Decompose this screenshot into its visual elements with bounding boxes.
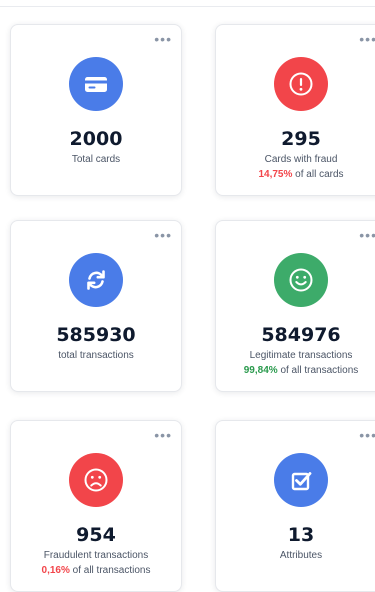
- stat-label: Attributes: [279, 550, 323, 561]
- more-options-button[interactable]: •••: [154, 228, 172, 242]
- stat-card-legitimate-transactions: ••• 584976 Legitimate transactions 99,84…: [215, 220, 375, 392]
- more-options-button[interactable]: •••: [154, 428, 172, 442]
- stat-value: 584976: [261, 324, 341, 346]
- stat-label: total transactions: [58, 350, 134, 361]
- top-divider: [0, 6, 375, 7]
- stat-percentage-suffix: of all transactions: [72, 565, 151, 576]
- more-options-button[interactable]: •••: [359, 228, 375, 242]
- stat-label: Legitimate transactions: [249, 350, 353, 361]
- stat-label: Cards with fraud: [264, 154, 338, 165]
- stat-percentage-line: 14,75% of all cards: [216, 168, 375, 181]
- stat-card-fraudulent-transactions: ••• 954 Fraudulent transactions 0,16% of…: [10, 420, 182, 592]
- stat-card-total-transactions: ••• 585930 total transactions: [10, 220, 182, 392]
- checkbox-icon: [274, 453, 328, 507]
- stat-percentage-line: 0,16% of all transactions: [11, 564, 181, 577]
- stat-percentage: 14,75%: [258, 169, 293, 180]
- credit-card-icon: [69, 57, 123, 111]
- stat-label: Total cards: [71, 154, 121, 165]
- stat-value: 585930: [56, 324, 136, 346]
- stat-label: Fraudulent transactions: [43, 550, 149, 561]
- alert-icon: [274, 57, 328, 111]
- refresh-icon: [69, 253, 123, 307]
- stat-percentage-suffix: of all cards: [295, 169, 344, 180]
- stat-card-total-cards: ••• 2000 Total cards: [10, 24, 182, 196]
- stat-percentage-suffix: of all transactions: [280, 365, 359, 376]
- stat-value: 13: [287, 524, 315, 546]
- stat-value: 954: [76, 524, 116, 546]
- more-options-button[interactable]: •••: [154, 32, 172, 46]
- smile-icon: [274, 253, 328, 307]
- more-options-button[interactable]: •••: [359, 428, 375, 442]
- stat-percentage: 0,16%: [41, 565, 70, 576]
- sad-face-icon: [69, 453, 123, 507]
- stat-card-cards-with-fraud: ••• 295 Cards with fraud 14,75% of all c…: [215, 24, 375, 196]
- more-options-button[interactable]: •••: [359, 32, 375, 46]
- stat-value: 2000: [69, 128, 123, 150]
- stat-percentage-line: 99,84% of all transactions: [216, 364, 375, 377]
- stat-value: 295: [281, 128, 321, 150]
- stat-percentage: 99,84%: [243, 365, 278, 376]
- stat-card-attributes: ••• 13 Attributes: [215, 420, 375, 592]
